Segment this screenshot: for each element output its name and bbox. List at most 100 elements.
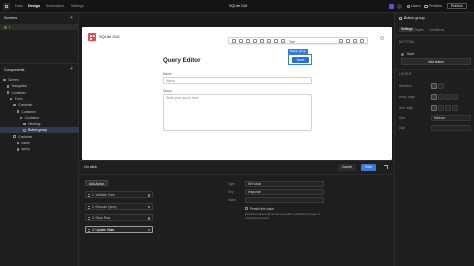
valign-stretch[interactable] bbox=[452, 105, 458, 111]
distribute-icon[interactable] bbox=[260, 39, 264, 44]
halign-stretch[interactable] bbox=[452, 94, 458, 100]
align-center-icon[interactable] bbox=[239, 39, 243, 44]
action-item-label: 2. Execute Query bbox=[92, 204, 117, 209]
panel-divider bbox=[79, 174, 394, 175]
tree-item[interactable]: Screen bbox=[0, 77, 79, 83]
value-input[interactable] bbox=[245, 197, 324, 203]
cancel-button[interactable]: Cancel bbox=[338, 164, 356, 171]
size-dropdown[interactable]: Size bbox=[289, 40, 295, 44]
preview-icon bbox=[424, 5, 428, 8]
build-badge[interactable] bbox=[389, 4, 394, 9]
user-avatar[interactable] bbox=[397, 4, 402, 9]
key-label: Key bbox=[228, 190, 234, 194]
type-select[interactable]: Set value bbox=[245, 181, 324, 187]
drag-handle-icon[interactable] bbox=[88, 217, 90, 220]
vertical-icon[interactable] bbox=[267, 39, 271, 44]
tree-item-label: Heading bbox=[28, 122, 41, 127]
halign-center[interactable] bbox=[438, 94, 444, 100]
persist-checkbox[interactable] bbox=[245, 207, 248, 210]
panel-divider bbox=[395, 69, 474, 70]
justify-icon[interactable] bbox=[253, 39, 257, 44]
add-component-icon[interactable]: + bbox=[70, 67, 73, 72]
tree-item-label: name bbox=[21, 141, 30, 145]
tab-conditions[interactable]: Conditions bbox=[429, 28, 444, 32]
direction-vertical[interactable] bbox=[438, 83, 444, 89]
wrap-icon[interactable] bbox=[281, 39, 285, 44]
drag-handle-icon[interactable] bbox=[88, 228, 90, 232]
action-item[interactable]: 4. Update State bbox=[85, 225, 153, 233]
valign-middle[interactable] bbox=[438, 105, 444, 111]
button-group-selection[interactable]: Save bbox=[288, 54, 312, 65]
save-button[interactable]: Save bbox=[292, 57, 309, 63]
name-input[interactable]: Name bbox=[163, 77, 312, 84]
drag-handle-icon[interactable] bbox=[88, 205, 90, 209]
direction-horizontal[interactable] bbox=[431, 83, 437, 89]
tree-item[interactable]: Form bbox=[0, 96, 79, 102]
home-button[interactable] bbox=[3, 3, 10, 10]
tree-item[interactable]: Button group bbox=[0, 127, 79, 134]
horiz-align-label: Horiz. align bbox=[399, 95, 415, 99]
add-button[interactable]: Add button bbox=[401, 58, 471, 65]
tree-item[interactable]: Heading bbox=[0, 121, 79, 127]
settings-icon[interactable] bbox=[380, 36, 384, 40]
tree-item-label: Screen bbox=[8, 78, 19, 82]
tree-item[interactable]: Container bbox=[0, 109, 79, 115]
align-right-icon[interactable] bbox=[246, 39, 250, 44]
tree-item[interactable]: Container bbox=[0, 115, 79, 121]
gap-select[interactable] bbox=[431, 125, 471, 131]
add-action-button[interactable]: Add Action bbox=[85, 180, 109, 186]
expand-icon[interactable] bbox=[384, 165, 388, 169]
screen-item[interactable]: / bbox=[0, 24, 79, 30]
action-menu-icon[interactable] bbox=[147, 194, 150, 197]
delete-icon[interactable] bbox=[360, 39, 364, 44]
tree-item[interactable]: Container bbox=[0, 102, 79, 108]
action-item[interactable]: 2. Execute Query bbox=[85, 202, 153, 210]
tab-settings[interactable]: Settings bbox=[71, 4, 84, 8]
valign-top[interactable] bbox=[431, 105, 437, 111]
preview-button[interactable]: Preview bbox=[429, 4, 442, 9]
align-left-icon[interactable] bbox=[232, 39, 236, 44]
tree-item-label: Button group bbox=[28, 128, 47, 133]
drag-handle-icon[interactable] bbox=[88, 194, 90, 197]
valign-bottom[interactable] bbox=[445, 105, 451, 111]
component-icon bbox=[6, 91, 10, 94]
tab-data[interactable]: Data bbox=[15, 4, 23, 8]
tab-design[interactable]: Design bbox=[28, 4, 40, 8]
users-button[interactable]: Users bbox=[411, 4, 420, 9]
tab-settings-panel[interactable]: Settings bbox=[399, 27, 415, 32]
action-menu-icon[interactable] bbox=[147, 217, 150, 220]
button-list-item[interactable]: Save bbox=[401, 51, 471, 57]
tree-item[interactable]: query bbox=[0, 146, 79, 152]
tree-item[interactable]: Container bbox=[0, 90, 79, 96]
tree-item[interactable]: Container bbox=[0, 134, 79, 140]
drag-handle-icon[interactable] bbox=[401, 52, 404, 56]
home-icon bbox=[4, 25, 7, 29]
tab-styles[interactable]: Styles bbox=[415, 28, 424, 32]
screen-item-label: / bbox=[9, 25, 10, 29]
halign-right[interactable] bbox=[445, 94, 451, 100]
halign-left[interactable] bbox=[431, 94, 437, 100]
component-icon bbox=[16, 141, 19, 145]
add-screen-icon[interactable]: + bbox=[70, 16, 73, 21]
query-textarea[interactable]: Write your query here bbox=[163, 94, 312, 131]
tree-item-label: Container bbox=[21, 109, 36, 114]
action-item[interactable]: 1. Validate Form bbox=[85, 191, 153, 198]
tab-automation[interactable]: Automation bbox=[46, 4, 64, 8]
save-actions-button[interactable]: Save bbox=[361, 164, 377, 171]
panel-divider bbox=[0, 63, 79, 64]
copy-icon[interactable] bbox=[353, 39, 357, 44]
duplicate-icon[interactable] bbox=[346, 39, 350, 44]
size-label: Size bbox=[399, 116, 406, 120]
size-select[interactable]: Medium bbox=[431, 115, 471, 121]
horizontal-icon[interactable] bbox=[274, 39, 278, 44]
key-input[interactable]: response bbox=[245, 189, 324, 195]
action-menu-icon[interactable] bbox=[147, 205, 150, 208]
settings-gear-icon[interactable] bbox=[339, 39, 343, 44]
tree-item[interactable]: name bbox=[0, 140, 79, 146]
component-icon bbox=[23, 129, 26, 132]
tree-item[interactable]: Navigation bbox=[0, 83, 79, 89]
component-icon bbox=[16, 110, 19, 113]
action-menu-icon[interactable] bbox=[147, 228, 150, 231]
action-item[interactable]: 3. Save Row bbox=[85, 214, 153, 221]
publish-button[interactable]: Publish bbox=[447, 3, 467, 9]
